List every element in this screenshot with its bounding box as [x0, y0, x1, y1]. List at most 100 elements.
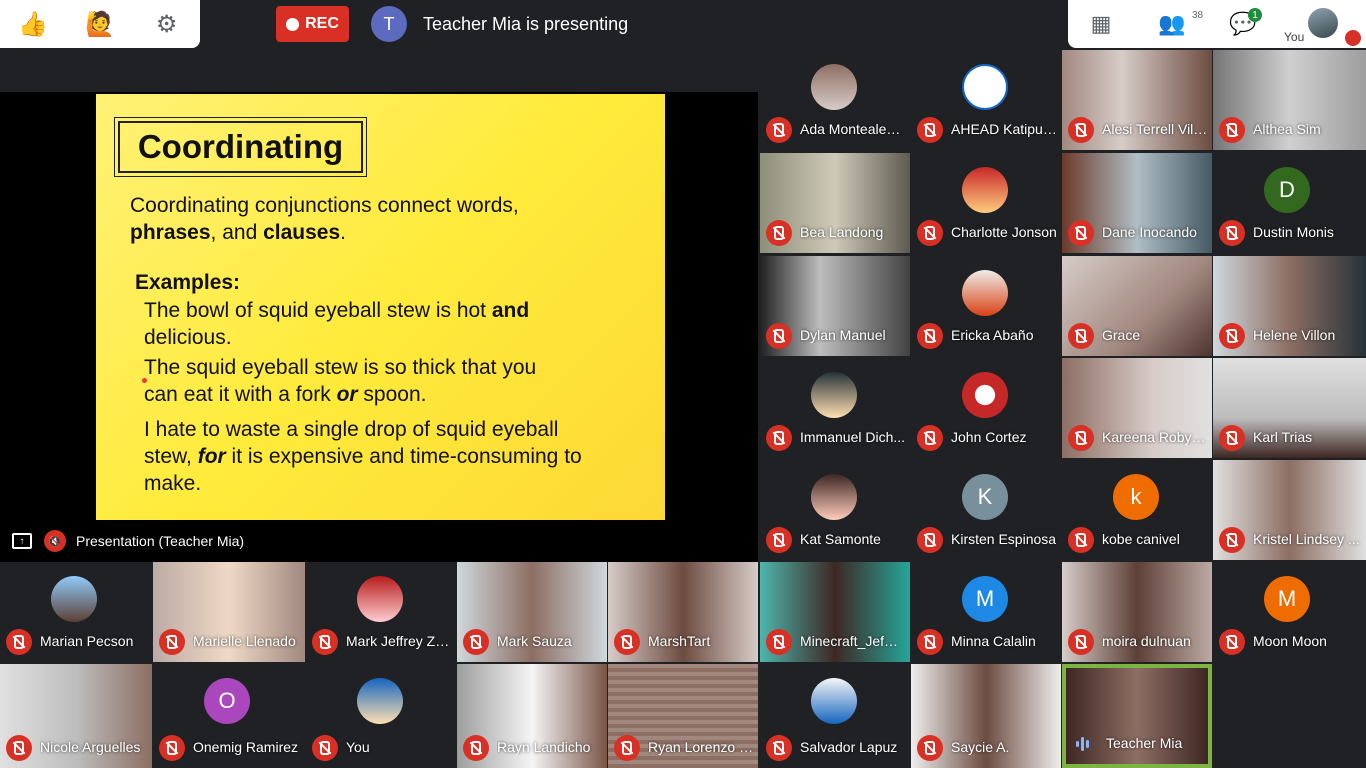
muted-mic-icon [917, 117, 943, 143]
participant-tile[interactable]: Nicole Arguelles [0, 664, 152, 768]
participant-tile[interactable]: John Cortez [911, 358, 1061, 458]
slide: Coordinating Coordinating conjunctions c… [96, 94, 665, 520]
slide-intro: Coordinating conjunctions connect words,… [130, 192, 519, 246]
muted-mic-icon [917, 323, 943, 349]
participant-tile[interactable]: Rayn Landicho [457, 664, 607, 768]
participant-tile[interactable]: moira dulnuan [1062, 562, 1212, 662]
participant-tile[interactable]: M Minna Calalin [911, 562, 1061, 662]
participant-tile[interactable]: AHEAD Katipun... [911, 50, 1061, 150]
participant-name: You [346, 739, 370, 755]
presentation-mute-icon: 🔇 [44, 530, 66, 552]
participant-tile[interactable]: Kareena Robyn ... [1062, 358, 1212, 458]
participant-avatar [811, 64, 857, 110]
participant-tile[interactable]: MarshTart [608, 562, 758, 662]
participant-tile[interactable]: Salvador Lapuz [760, 664, 910, 768]
muted-mic-icon [614, 735, 640, 761]
participant-tile[interactable]: Marielle Llenado [153, 562, 305, 662]
muted-mic-icon [6, 629, 32, 655]
participant-tile[interactable]: Dane Inocando [1062, 153, 1212, 253]
present-screen-icon[interactable]: ↑ [12, 533, 32, 549]
participant-tile[interactable]: D Dustin Monis [1213, 153, 1366, 253]
participant-name: Alesi Terrell Vill... [1102, 121, 1208, 137]
participant-avatar [962, 270, 1008, 316]
slide-title: Coordinating [114, 117, 367, 177]
muted-mic-icon [1068, 117, 1094, 143]
participant-name: kobe canivel [1102, 531, 1180, 547]
thumbs-up-icon[interactable]: 👍 [15, 6, 51, 42]
participant-tile[interactable]: Mark Sauza [457, 562, 607, 662]
grid-layout-icon[interactable]: ▦ [1086, 8, 1116, 40]
participant-name: AHEAD Katipun... [951, 121, 1057, 137]
chat-badge: 1 [1248, 8, 1262, 22]
raise-hand-icon[interactable]: 🙋 [82, 6, 118, 42]
participant-avatar [51, 576, 97, 622]
self-avatar[interactable] [1308, 8, 1338, 38]
participant-tile[interactable]: Minecraft_Jef@... [760, 562, 910, 662]
participant-tile[interactable]: k kobe canivel [1062, 460, 1212, 560]
recording-badge: REC [276, 6, 349, 42]
participant-avatar [811, 372, 857, 418]
participant-name: Dustin Monis [1253, 224, 1334, 240]
muted-mic-icon [159, 735, 185, 761]
participant-tile[interactable]: Saycie A. [911, 664, 1061, 768]
muted-mic-icon [463, 629, 489, 655]
participant-tile[interactable]: O Onemig Ramirez [153, 664, 305, 768]
muted-mic-icon [1068, 527, 1094, 553]
participant-name: Kat Samonte [800, 531, 881, 547]
participant-name: Grace [1102, 327, 1141, 343]
participant-tile[interactable]: Ericka Abaño [911, 256, 1061, 356]
participant-tile-speaking[interactable]: Teacher Mia [1062, 664, 1212, 768]
participant-tile[interactable]: K Kirsten Espinosa [911, 460, 1061, 560]
participant-name: Minecraft_Jef@... [800, 633, 906, 649]
muted-mic-icon [917, 220, 943, 246]
muted-mic-icon [1219, 527, 1245, 553]
participant-tile[interactable]: You [306, 664, 456, 768]
participant-tile[interactable]: Charlotte Jonson [911, 153, 1061, 253]
muted-mic-icon [159, 629, 185, 655]
muted-mic-icon [614, 629, 640, 655]
participant-name: Nicole Arguelles [40, 739, 141, 755]
presenter-text: Teacher Mia is presenting [423, 13, 629, 34]
participant-name: Ryan Lorenzo S... [648, 739, 754, 755]
self-mute-icon [1345, 30, 1361, 46]
participant-tile[interactable]: Kristel Lindsey ... [1213, 460, 1366, 560]
participant-tile[interactable]: M Moon Moon [1213, 562, 1366, 662]
participant-tile[interactable]: Alesi Terrell Vill... [1062, 50, 1212, 150]
presentation-bar: ↑ 🔇 Presentation (Teacher Mia) [0, 520, 758, 562]
participant-tile[interactable]: Ryan Lorenzo S... [608, 664, 758, 768]
participant-avatar: K [962, 474, 1008, 520]
muted-mic-icon [312, 629, 338, 655]
participant-tile[interactable]: Immanuel Dich... [760, 358, 910, 458]
self-label: You [1284, 30, 1305, 44]
muted-mic-icon [1219, 629, 1245, 655]
participant-name: Ericka Abaño [951, 327, 1034, 343]
record-dot-icon [286, 17, 300, 31]
participant-tile[interactable]: Kat Samonte [760, 460, 910, 560]
participant-name: Helene Villon [1253, 327, 1336, 343]
muted-mic-icon [766, 425, 792, 451]
slide-example-2: The squid eyeball stew is so thick that … [144, 356, 537, 406]
settings-gear-icon[interactable]: ⚙ [149, 6, 185, 42]
participant-tile[interactable]: Karl Trias [1213, 358, 1366, 458]
participant-tile[interactable]: Ada Montealegre [760, 50, 910, 150]
participant-name: Moon Moon [1253, 633, 1327, 649]
participant-name: Kirsten Espinosa [951, 531, 1057, 547]
participant-avatar [962, 64, 1008, 110]
presentation-label: Presentation (Teacher Mia) [76, 533, 245, 549]
people-icon[interactable]: 👥 [1156, 8, 1188, 40]
participant-count: 38 [1192, 10, 1204, 21]
participant-tile[interactable]: Bea Landong [760, 153, 910, 253]
participant-avatar: O [204, 678, 250, 724]
participant-tile[interactable]: Grace [1062, 256, 1212, 356]
muted-mic-icon [1219, 117, 1245, 143]
participant-name: Immanuel Dich... [800, 429, 906, 445]
speaking-wave-icon [1076, 736, 1094, 752]
participant-name: Saycie A. [951, 739, 1010, 755]
participant-name: Teacher Mia [1106, 735, 1183, 751]
participant-tile[interactable]: Mark Jeffrey Za... [306, 562, 456, 662]
participant-tile[interactable]: Althea Sim [1213, 50, 1366, 150]
participant-tile[interactable]: Marian Pecson [0, 562, 152, 662]
slide-example-1: The bowl of squid eyeball stew is hot an… [144, 299, 530, 349]
participant-tile[interactable]: Dylan Manuel [760, 256, 910, 356]
participant-tile[interactable]: Helene Villon [1213, 256, 1366, 356]
